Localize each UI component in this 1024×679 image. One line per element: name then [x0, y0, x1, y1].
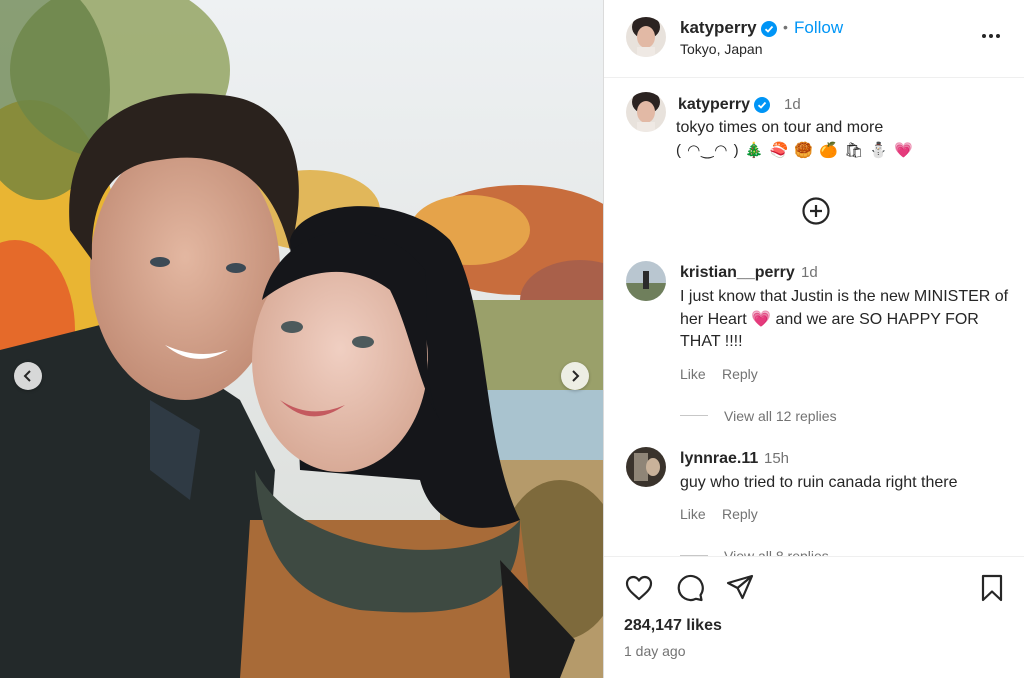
add-comment-icon[interactable]	[801, 196, 831, 226]
author-username-text[interactable]: katyperry	[680, 18, 757, 37]
caption-time: 1d	[784, 96, 801, 113]
author-username[interactable]: katyperry	[680, 18, 777, 38]
chevron-left-icon	[23, 370, 31, 382]
post-time-ago: 1 day ago	[624, 643, 686, 659]
caption-avatar[interactable]	[626, 92, 666, 132]
caption-emoji-line: ( ◠‿◠ ) 🎄 🍣 🥮 🍊 🛍 ⛄ 💗	[676, 142, 914, 159]
post-location[interactable]: Tokyo, Japan	[680, 41, 763, 57]
author-avatar[interactable]	[626, 17, 666, 57]
verified-icon	[754, 96, 771, 113]
post-actions-footer: 284,147 likes 1 day ago	[604, 556, 1024, 679]
like-icon[interactable]	[624, 573, 654, 603]
comment-time: 15h	[764, 450, 790, 467]
avatar-image	[626, 17, 666, 57]
comment-like-button[interactable]: Like	[680, 506, 706, 522]
avatar-image	[626, 447, 666, 487]
comment-icon[interactable]	[675, 573, 705, 603]
next-photo-button[interactable]	[561, 362, 589, 390]
previous-photo-button[interactable]	[14, 362, 42, 390]
post-photo[interactable]	[0, 0, 603, 678]
replies-divider	[680, 415, 708, 416]
post-details-panel: katyperry • Follow Tokyo, Japan katyperr…	[603, 0, 1024, 679]
photo-scene	[0, 0, 603, 678]
more-options-icon[interactable]	[979, 24, 1003, 48]
view-replies-button[interactable]: View all 12 replies	[724, 408, 837, 424]
share-icon[interactable]	[725, 573, 755, 603]
separator-dot: •	[783, 19, 788, 35]
like-count[interactable]: 284,147 likes	[624, 617, 722, 635]
avatar-image	[626, 92, 666, 132]
caption-username-text[interactable]: katyperry	[678, 96, 750, 113]
caption-username[interactable]: katyperry	[678, 96, 771, 114]
follow-button[interactable]: Follow	[794, 18, 843, 38]
comment-text: guy who tried to ruin canada right there	[680, 474, 958, 491]
comment-avatar[interactable]	[626, 261, 666, 301]
verified-icon	[760, 20, 777, 37]
comment-text: I just know that Justin is the new MINIS…	[680, 288, 1009, 350]
save-icon[interactable]	[977, 573, 1007, 603]
comment-reply-button[interactable]: Reply	[722, 366, 758, 382]
caption-text: tokyo times on tour and more	[676, 119, 884, 136]
comment-reply-button[interactable]: Reply	[722, 506, 758, 522]
chevron-right-icon	[572, 370, 580, 382]
post-header: katyperry • Follow Tokyo, Japan	[604, 0, 1024, 78]
comment-time: 1d	[801, 264, 818, 281]
comment-username[interactable]: lynnrae.11	[680, 450, 758, 468]
comment-avatar[interactable]	[626, 447, 666, 487]
comment-username[interactable]: kristian__perry	[680, 264, 795, 282]
instagram-post-view: katyperry • Follow Tokyo, Japan katyperr…	[0, 0, 1024, 679]
comment-like-button[interactable]: Like	[680, 366, 706, 382]
avatar-image	[626, 261, 666, 301]
